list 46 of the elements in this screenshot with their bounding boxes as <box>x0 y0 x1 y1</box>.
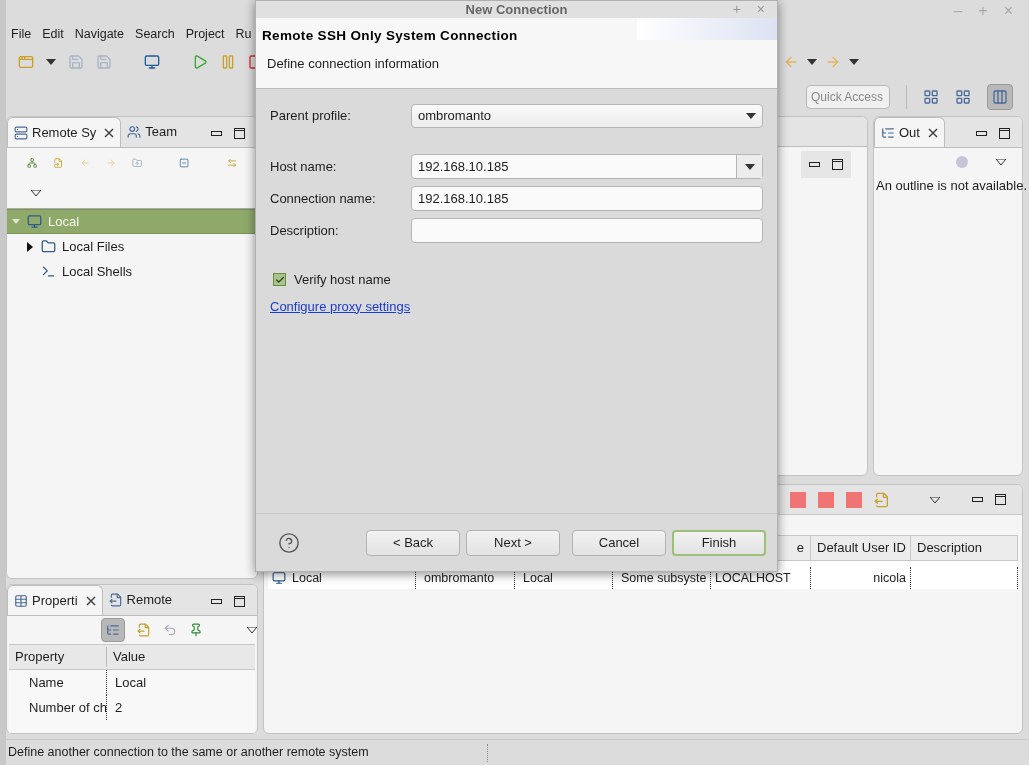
host-name-combo[interactable]: 192.168.10.185 <box>411 154 763 179</box>
table-cell-text: LOCALHOST <box>715 569 791 587</box>
checkbox-label[interactable]: Verify host name <box>294 270 391 290</box>
menu-item[interactable]: Edit <box>42 24 64 44</box>
wizard-heading: Remote SSH Only System Connection <box>262 27 518 45</box>
column-header[interactable]: Property <box>9 647 107 667</box>
view-tab[interactable]: Team <box>121 117 184 147</box>
column-header[interactable]: Default User ID <box>817 538 906 558</box>
view-tab[interactable]: Remote <box>102 585 179 615</box>
field-label: Connection name: <box>270 189 377 208</box>
dialog-title: New Connection <box>465 0 568 19</box>
status-message: Define another connection to the same or another remote system <box>8 744 369 762</box>
menu-item[interactable]: Navigate <box>74 24 125 44</box>
tree-item[interactable]: Local Files <box>7 234 257 259</box>
quick-access-field[interactable]: Quick Access <box>806 85 890 109</box>
table-cell-text: 2 <box>114 698 123 717</box>
menu-item[interactable]: Search <box>135 24 175 44</box>
wizard-button[interactable]: < Back <box>366 529 460 556</box>
field-label: Host name: <box>270 157 338 176</box>
table-cell-text: Local <box>523 569 553 587</box>
table-cell-text: Local <box>292 569 322 587</box>
column-header[interactable]: e <box>796 538 804 558</box>
menu-item[interactable]: File <box>11 24 32 44</box>
view-tab[interactable]: Remote Sy <box>7 117 122 147</box>
wizard-button[interactable]: Cancel <box>572 529 666 556</box>
view-tab[interactable]: Properti <box>7 585 103 615</box>
field-label: Parent profile: <box>270 106 352 125</box>
proxy-settings-link[interactable]: Configure proxy settings <box>270 296 411 316</box>
input-field[interactable]: 192.168.10.185 <box>411 186 763 211</box>
table-cell: Name <box>9 670 107 695</box>
table-cell-text: Some subsyste <box>621 569 707 587</box>
tree-item[interactable]: Local Shells <box>7 259 257 284</box>
menu-item[interactable]: Ru <box>235 24 252 44</box>
table-cell-text: ombromanto <box>424 569 495 587</box>
profile-dropdown[interactable]: ombromanto <box>411 103 763 128</box>
column-header[interactable]: Description <box>917 538 983 558</box>
wizard-button[interactable]: Next > <box>466 529 560 556</box>
column-header[interactable]: Value <box>107 647 152 667</box>
table-cell-text: nicola <box>873 569 906 587</box>
view-tab[interactable]: Out <box>874 117 945 147</box>
table-cell-text: Local <box>114 673 147 692</box>
menu-item[interactable]: Project <box>185 24 225 44</box>
wizard-button[interactable]: Finish <box>672 529 766 556</box>
table-cell: Number of ch <box>9 695 107 720</box>
field-label: Description: <box>270 221 340 240</box>
wizard-subheading: Define connection information <box>266 55 440 74</box>
